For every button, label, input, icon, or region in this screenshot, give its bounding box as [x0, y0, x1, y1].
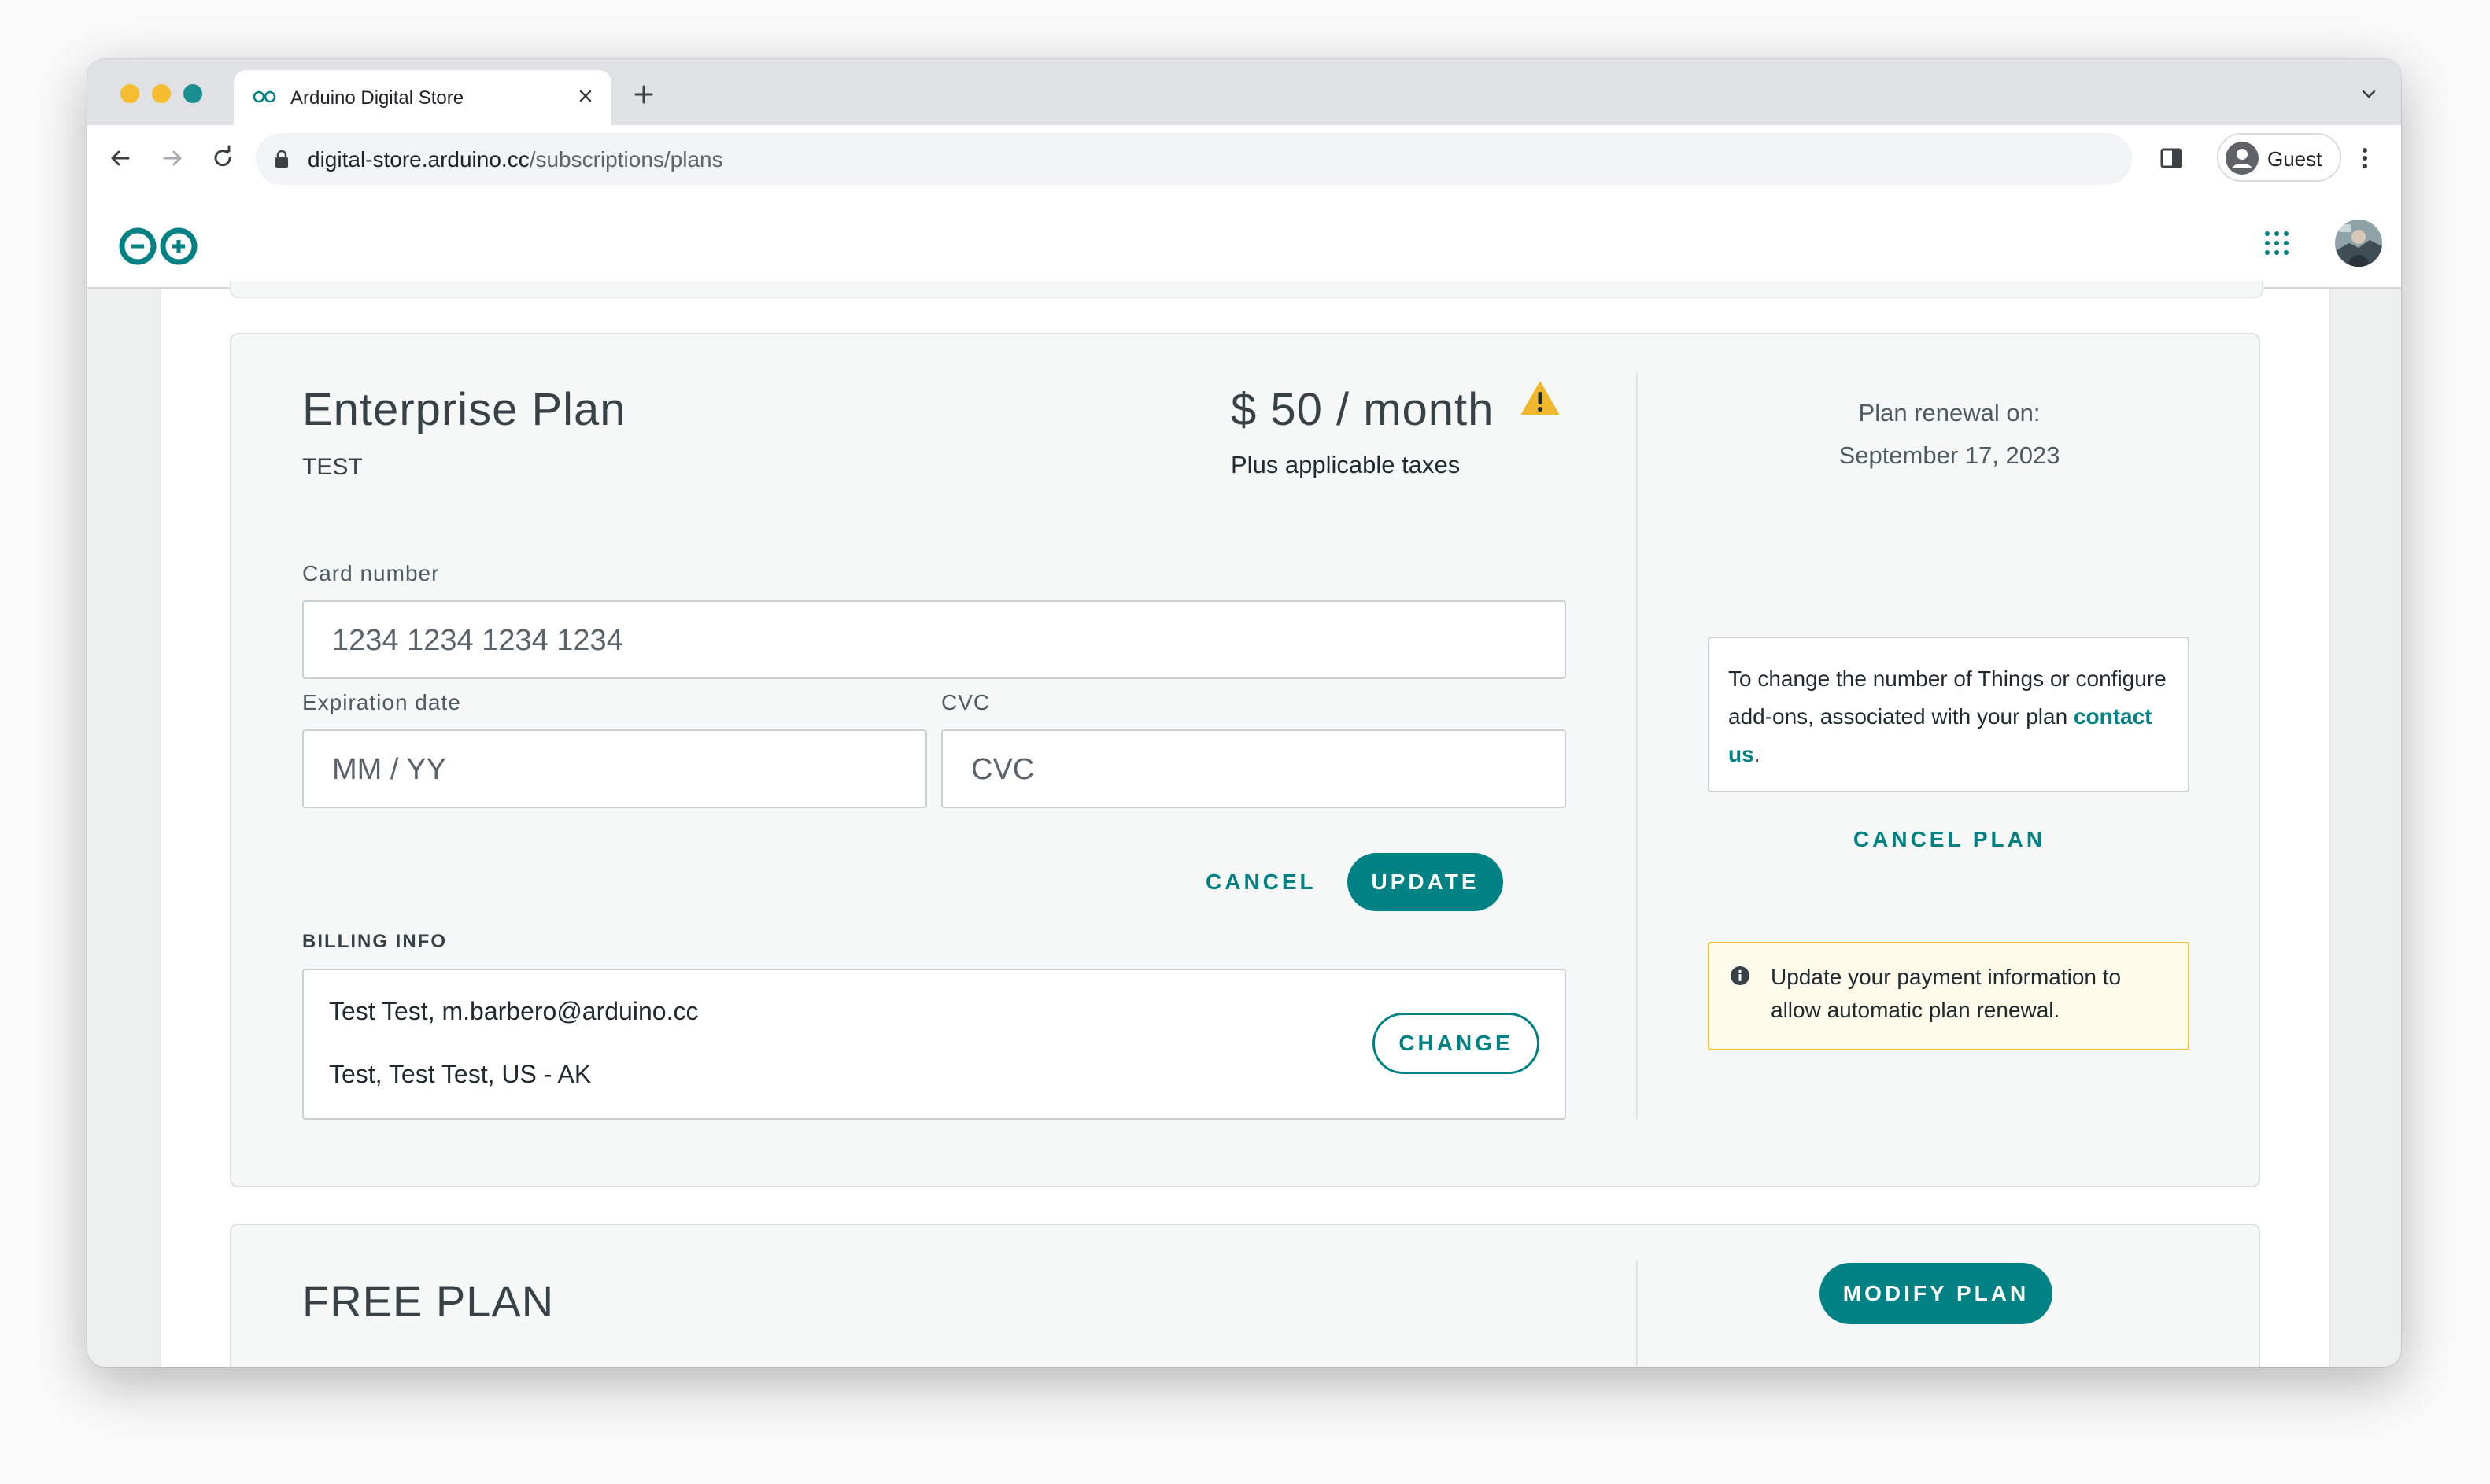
maximize-window-button[interactable] — [183, 84, 202, 103]
reload-icon[interactable] — [207, 142, 238, 174]
url-text: digital-store.arduino.cc/subscriptions/p… — [308, 147, 723, 172]
free-plan-divider — [1636, 1261, 1638, 1367]
billing-contact: Test Test, m.barbero@arduino.cc — [329, 997, 699, 1025]
previous-card-edge — [230, 281, 2263, 298]
cvc-label: CVC — [941, 690, 991, 714]
tab-bar: Arduino Digital Store — [87, 59, 2401, 125]
plan-name: Enterprise Plan — [302, 384, 626, 435]
page-background: Enterprise Plan TEST $ 50 / month Plus a… — [87, 281, 2401, 1367]
new-tab-icon[interactable] — [630, 81, 657, 108]
renewal-label: Plan renewal on: — [1858, 399, 2041, 426]
renewal-date: September 17, 2023 — [1838, 441, 2060, 469]
browser-tab[interactable]: Arduino Digital Store — [234, 70, 611, 125]
profile-label: Guest — [2267, 147, 2322, 171]
billing-info-title: BILLING INFO — [302, 931, 447, 952]
info-period: . — [1753, 742, 1760, 766]
user-avatar-icon — [2335, 220, 2382, 267]
arduino-logo-icon[interactable] — [117, 226, 201, 267]
change-plan-info-box: To change the number of Things or config… — [1708, 637, 2189, 792]
warning-triangle-icon[interactable] — [1520, 380, 1560, 416]
card-number-label: Card number — [302, 561, 440, 585]
expiration-date-input[interactable]: MM / YY — [302, 729, 927, 808]
main-content: Enterprise Plan TEST $ 50 / month Plus a… — [160, 281, 2330, 1367]
user-avatar[interactable] — [2335, 220, 2382, 267]
close-tab-icon[interactable] — [574, 84, 597, 108]
expiration-date-label: Expiration date — [302, 690, 461, 714]
lock-icon[interactable] — [273, 149, 290, 169]
apps-grid-icon[interactable] — [2261, 227, 2292, 259]
tab-search-chevron-icon[interactable] — [2357, 83, 2381, 106]
arduino-favicon-icon — [253, 90, 276, 103]
free-plan-title: FREE PLAN — [302, 1276, 555, 1326]
tab-title: Arduino Digital Store — [290, 87, 464, 109]
card-number-placeholder: 1234 1234 1234 1234 — [332, 624, 623, 657]
browser-window: Arduino Digital Store digital-store.ardu… — [87, 59, 2401, 1367]
payment-notice: Update your payment information to allow… — [1708, 942, 2189, 1050]
enterprise-plan-card: Enterprise Plan TEST $ 50 / month Plus a… — [230, 333, 2260, 1187]
side-panel-icon[interactable] — [2156, 142, 2187, 174]
cvc-input[interactable]: CVC — [941, 729, 1566, 808]
cvc-placeholder: CVC — [971, 753, 1035, 786]
cancel-plan-button[interactable]: CANCEL PLAN — [1637, 827, 2262, 852]
profile-button[interactable]: Guest — [2217, 133, 2341, 182]
update-button[interactable]: UPDATE — [1347, 853, 1503, 911]
close-window-button[interactable] — [120, 84, 139, 103]
info-circle-icon — [1731, 966, 1749, 985]
url-path: /subscriptions/plans — [529, 147, 723, 172]
taxes-note: Plus applicable taxes — [1231, 451, 1461, 478]
cancel-button[interactable]: CANCEL — [1206, 869, 1317, 895]
site-header — [87, 194, 2401, 289]
modify-plan-button[interactable]: MODIFY PLAN — [1819, 1263, 2052, 1324]
notice-text: Update your payment information to allow… — [1771, 965, 2122, 1022]
free-plan-card: FREE PLAN MODIFY PLAN — [230, 1224, 2260, 1367]
forward-arrow-icon[interactable] — [157, 142, 188, 174]
card-number-input[interactable]: 1234 1234 1234 1234 — [302, 600, 1566, 679]
address-bar[interactable]: digital-store.arduino.cc/subscriptions/p… — [256, 133, 2132, 185]
browser-menu-icon[interactable] — [2357, 142, 2373, 174]
plan-subtitle: TEST — [302, 454, 363, 480]
change-billing-button[interactable]: CHANGE — [1372, 1013, 1539, 1074]
card-divider — [1636, 374, 1638, 1120]
plan-price: $ 50 / month — [1231, 384, 1494, 435]
browser-toolbar: digital-store.arduino.cc/subscriptions/p… — [87, 125, 2401, 196]
back-arrow-icon[interactable] — [105, 142, 136, 174]
billing-info-box: Test Test, m.barbero@arduino.cc Test, Te… — [302, 969, 1566, 1120]
expiration-date-placeholder: MM / YY — [332, 753, 446, 786]
billing-address: Test, Test Test, US - AK — [329, 1060, 592, 1088]
guest-avatar-icon — [2226, 142, 2259, 175]
url-host: digital-store.arduino.cc — [308, 147, 530, 172]
minimize-window-button[interactable] — [152, 84, 171, 103]
